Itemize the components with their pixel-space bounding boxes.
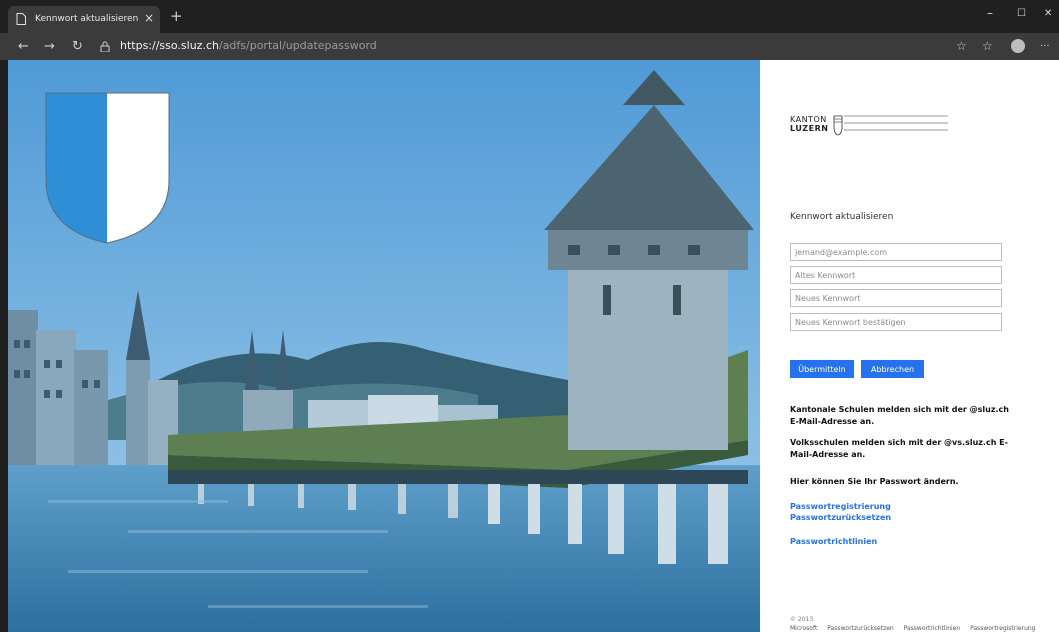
- note-change: Hier können Sie Ihr Passwort ändern.: [790, 477, 959, 486]
- address-bar: ← → ↻ https://sso.sluz.ch/adfs/portal/up…: [0, 33, 1059, 60]
- favorite-star-icon[interactable]: ☆: [956, 39, 967, 53]
- password-panel: KANTON LUZERN Kennwort aktualisieren Übe…: [760, 60, 1059, 632]
- page: KANTON LUZERN Kennwort aktualisieren Übe…: [8, 60, 1059, 632]
- footer-link-reset[interactable]: Passwortzurücksetzen: [827, 625, 893, 632]
- document-icon: [16, 13, 26, 25]
- link-password-reset[interactable]: Passwortzurücksetzen: [790, 513, 891, 522]
- tab-title: Kennwort aktualisieren: [35, 14, 139, 24]
- logo-line2: LUZERN: [790, 124, 829, 133]
- favorites-icon[interactable]: ☆: [982, 39, 993, 53]
- refresh-icon[interactable]: ↻: [72, 39, 83, 54]
- forward-icon[interactable]: →: [44, 39, 55, 54]
- link-password-policies[interactable]: Passwortrichtlinien: [790, 537, 877, 546]
- new-tab-button[interactable]: +: [170, 7, 183, 25]
- logo-line1: KANTON: [790, 115, 827, 124]
- confirm-password-input[interactable]: [790, 313, 1002, 331]
- close-window-icon[interactable]: ✕: [1044, 8, 1052, 19]
- url-field[interactable]: https://sso.sluz.ch/adfs/portal/updatepa…: [120, 39, 377, 52]
- maximize-icon[interactable]: ☐: [1017, 8, 1026, 19]
- footer-item-microsoft: Microsoft: [790, 625, 818, 632]
- chapel-bridge-illustration: [8, 60, 760, 632]
- footer-link-registration[interactable]: Passwortregistrierung: [970, 625, 1035, 632]
- browser-tab-bar: Kennwort aktualisieren × + – ☐ ✕: [0, 0, 1059, 33]
- minimize-icon[interactable]: –: [987, 6, 993, 20]
- email-input[interactable]: [790, 243, 1002, 261]
- lock-icon: [100, 41, 110, 52]
- link-password-registration[interactable]: Passwortregistrierung: [790, 502, 891, 511]
- url-path: /adfs/portal/updatepassword: [218, 39, 377, 52]
- note-volksschulen: Volksschulen melden sich mit der @vs.slu…: [790, 438, 1008, 459]
- browser-tab[interactable]: Kennwort aktualisieren ×: [8, 6, 160, 33]
- more-icon[interactable]: ···: [1040, 41, 1050, 52]
- footer-links: Microsoft Passwortzurücksetzen Passwortr…: [790, 625, 1044, 632]
- profile-avatar[interactable]: [1011, 39, 1025, 53]
- cancel-button[interactable]: Abbrechen: [861, 360, 924, 378]
- old-password-input[interactable]: [790, 266, 1002, 284]
- back-icon[interactable]: ←: [18, 39, 29, 54]
- logo-lines-icon: [833, 115, 948, 136]
- new-password-input[interactable]: [790, 289, 1002, 307]
- hero-image: [8, 60, 760, 632]
- footer-link-policies[interactable]: Passwortrichtlinien: [904, 625, 961, 632]
- submit-button[interactable]: Übermitteln: [790, 360, 854, 378]
- url-host: https://sso.sluz.ch: [120, 39, 219, 52]
- close-tab-icon[interactable]: ×: [144, 11, 154, 25]
- form-heading: Kennwort aktualisieren: [790, 212, 894, 222]
- copyright: © 2013: [790, 616, 814, 623]
- note-schools: Kantonale Schulen melden sich mit der @s…: [790, 405, 1009, 426]
